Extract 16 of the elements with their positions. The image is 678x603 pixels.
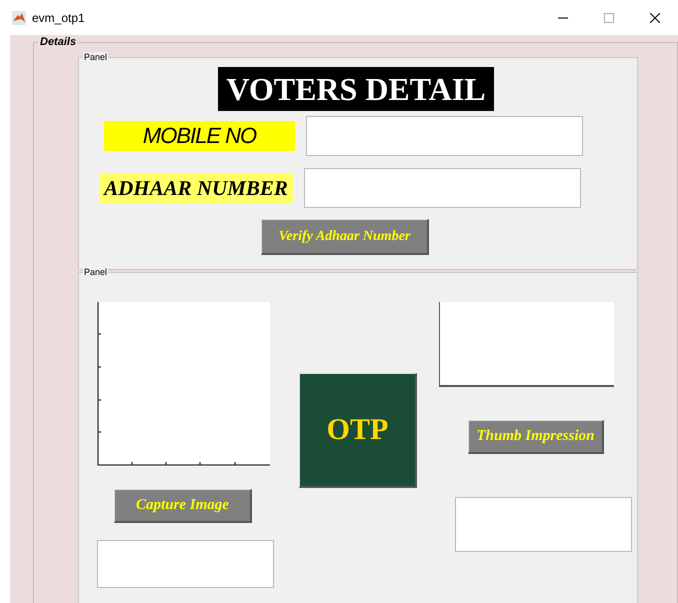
panel-title: Details <box>38 36 78 48</box>
close-icon <box>650 12 660 22</box>
input-field[interactable] <box>304 168 581 208</box>
window-title: evm_otp1 <box>32 10 85 24</box>
panel-title: Panel <box>83 52 108 63</box>
heading: VOTERS DETAIL <box>218 67 494 111</box>
verify-button[interactable]: Verify Adhaar Number <box>261 219 429 255</box>
otp-button[interactable]: OTP <box>299 373 417 488</box>
input-field[interactable] <box>306 116 583 156</box>
maximize-icon <box>604 12 614 22</box>
thumb-button[interactable]: Thumb Impression <box>468 420 604 454</box>
panel-title: Panel <box>83 267 108 278</box>
capture-button[interactable]: Capture Image <box>114 489 252 523</box>
app-icon <box>12 10 26 24</box>
field-label: ADHAAR NUMBER <box>99 173 293 203</box>
field-label: MOBILE NO <box>104 121 295 151</box>
